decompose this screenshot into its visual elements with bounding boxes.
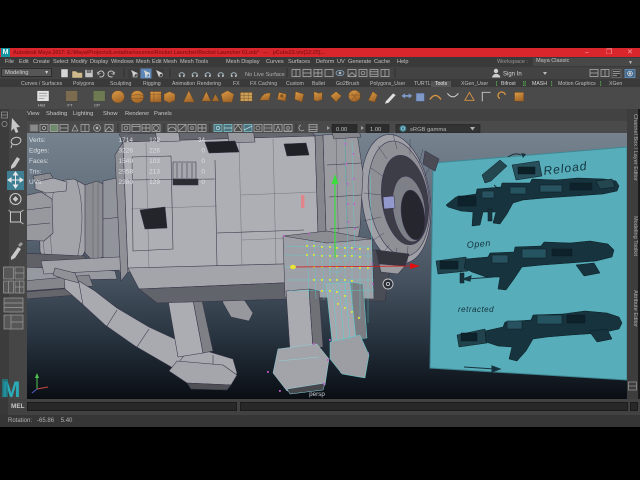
svg-text:0: 0 (201, 158, 205, 165)
svg-text:Faces:: Faces: (29, 158, 49, 165)
svg-text:retracted: retracted (458, 305, 494, 314)
svg-text:103: 103 (149, 158, 160, 165)
svg-text:34: 34 (198, 137, 206, 144)
svg-text:Hist: Hist (38, 103, 46, 108)
svg-text:Open: Open (466, 238, 491, 250)
svg-text:persp: persp (309, 391, 325, 398)
svg-text:226: 226 (149, 148, 160, 155)
svg-text:1549: 1549 (119, 158, 134, 165)
svg-text:3226: 3226 (119, 148, 134, 155)
svg-text:Verts:: Verts: (29, 137, 46, 144)
svg-text:UVs:: UVs: (29, 179, 43, 186)
svg-text:0: 0 (201, 179, 205, 186)
svg-text:0: 0 (201, 148, 205, 155)
svg-text:1714: 1714 (119, 137, 134, 144)
svg-text:122: 122 (149, 137, 160, 144)
svg-text:FT: FT (67, 103, 73, 108)
svg-text:Edges:: Edges: (29, 148, 49, 155)
svg-text:Tris:: Tris: (29, 169, 42, 176)
svg-text:No Live Surface: No Live Surface (245, 72, 285, 78)
svg-text:2380: 2380 (119, 179, 134, 186)
svg-text:Sign In: Sign In (503, 72, 522, 78)
svg-text:0: 0 (201, 169, 205, 176)
svg-text:213: 213 (149, 169, 160, 176)
svg-text:CP: CP (94, 103, 100, 108)
svg-text:129: 129 (149, 179, 160, 186)
svg-text:2958: 2958 (119, 169, 134, 176)
